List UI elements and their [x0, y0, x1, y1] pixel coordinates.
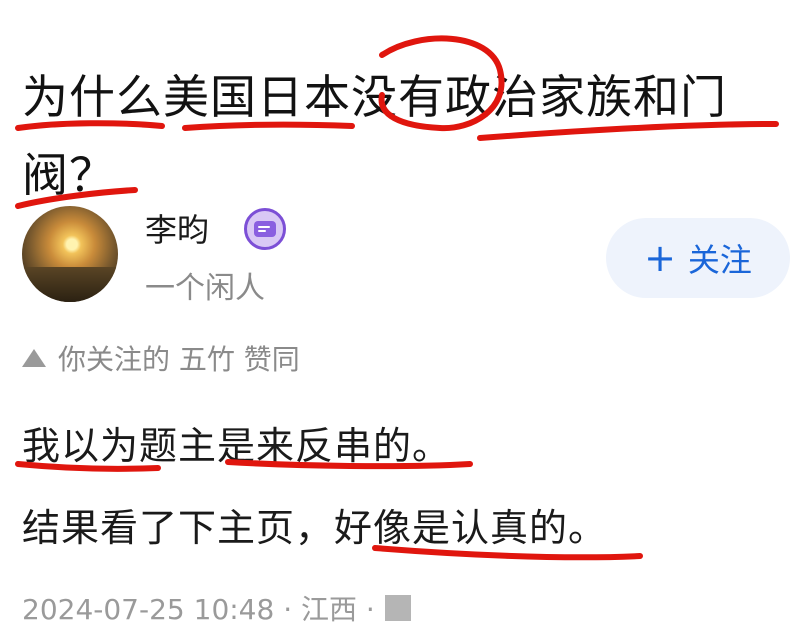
meta-icon: [384, 595, 411, 621]
meta-text: 2024-07-25 10:48 · 江西 ·: [22, 593, 375, 626]
upvote-triangle-icon: [22, 349, 46, 367]
author-name[interactable]: 李昀: [145, 205, 209, 251]
plus-icon: +: [644, 236, 676, 280]
answer-line-2: 结果看了下主页，好像是认真的。: [22, 506, 608, 550]
upvote-info: 你关注的 五竹 赞同: [22, 338, 300, 378]
author-bio: 一个闲人: [145, 271, 265, 306]
follow-button[interactable]: + 关注: [606, 218, 790, 298]
follow-label: 关注: [687, 241, 752, 279]
upvote-text: 你关注的 五竹 赞同: [58, 343, 300, 376]
question-title[interactable]: 为什么美国日本没有政治家族和门阀？: [22, 58, 792, 214]
creator-badge-icon: [244, 208, 286, 250]
author-avatar[interactable]: [22, 206, 118, 302]
answer-meta: 2024-07-25 10:48 · 江西 ·: [22, 588, 411, 628]
answer-line-1: 我以为题主是来反串的。: [22, 424, 452, 468]
